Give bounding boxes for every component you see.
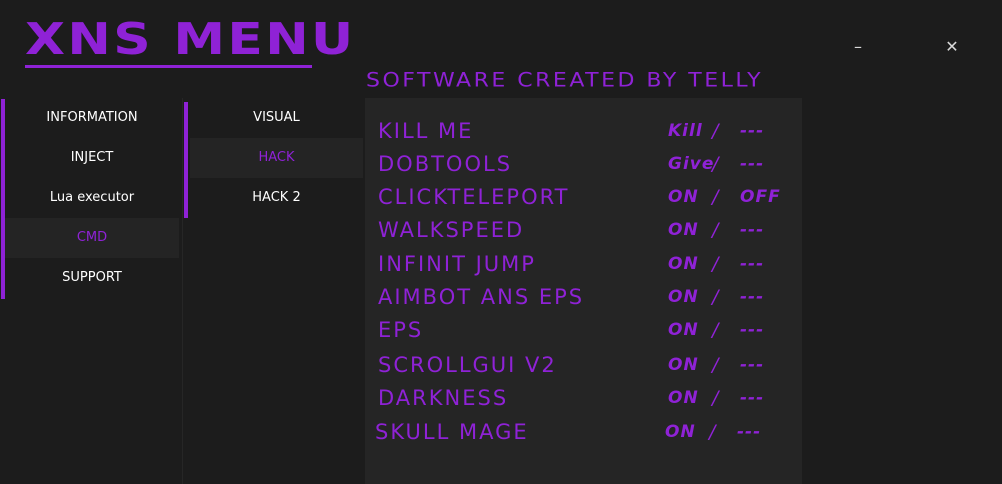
feature-name[interactable]: SCROLLGUI V2 <box>378 349 557 382</box>
subtitle: SOFTWARE CREATED BY TELLY <box>366 69 764 92</box>
sub-nav-divider <box>182 98 183 484</box>
feature-off-button[interactable]: --- <box>740 214 764 247</box>
feature-on-button[interactable]: ON <box>668 248 699 281</box>
feature-row: INFINIT JUMP ON / --- <box>365 248 802 281</box>
sidebar-item-cmd[interactable]: CMD <box>5 218 179 258</box>
feature-name[interactable]: EPS <box>378 314 423 347</box>
feature-row: WALKSPEED ON / --- <box>365 214 802 247</box>
sidebar-item-inject[interactable]: INJECT <box>5 138 179 178</box>
sub-nav-accent-bar <box>184 102 188 218</box>
feature-separator: / <box>712 354 719 376</box>
sub-navigation: VISUAL HACK HACK 2 <box>182 98 363 484</box>
feature-on-button[interactable]: Give <box>668 148 714 181</box>
feature-row: SKULL MAGE ON / --- <box>365 416 802 449</box>
minimize-button[interactable]: – <box>845 34 871 60</box>
feature-separator: / <box>712 387 719 409</box>
feature-name[interactable]: AIMBOT ANS EPS <box>378 281 584 314</box>
sidebar-item-lua-executor[interactable]: Lua executor <box>5 178 179 218</box>
feature-name[interactable]: KILL ME <box>378 115 473 148</box>
feature-off-button[interactable]: --- <box>740 115 764 148</box>
sidebar-item-information[interactable]: INFORMATION <box>5 98 179 138</box>
sidebar-item-support[interactable]: SUPPORT <box>5 258 179 298</box>
feature-row: DARKNESS ON / --- <box>365 382 802 415</box>
app-logo-text: XNS MENU <box>25 14 356 65</box>
feature-row: SCROLLGUI V2 ON / --- <box>365 349 802 382</box>
feature-separator: / <box>712 186 719 208</box>
feature-name[interactable]: WALKSPEED <box>378 214 524 247</box>
feature-off-button[interactable]: --- <box>737 416 761 449</box>
feature-name[interactable]: DOBTOOLS <box>378 148 512 181</box>
feature-on-button[interactable]: ON <box>668 314 699 347</box>
tab-hack-2[interactable]: HACK 2 <box>190 178 363 218</box>
feature-on-button[interactable]: ON <box>665 416 696 449</box>
tab-visual[interactable]: VISUAL <box>190 98 363 138</box>
feature-separator: / <box>709 421 716 443</box>
feature-row: DOBTOOLS Give / --- <box>365 148 802 181</box>
feature-off-button[interactable]: --- <box>740 281 764 314</box>
feature-row: KILL ME Kill / --- <box>365 115 802 148</box>
feature-separator: / <box>712 153 719 175</box>
feature-separator: / <box>712 120 719 142</box>
feature-off-button[interactable]: --- <box>740 382 764 415</box>
feature-row: EPS ON / --- <box>365 314 802 347</box>
close-button[interactable]: ✕ <box>939 34 965 60</box>
feature-separator: / <box>712 219 719 241</box>
feature-name[interactable]: INFINIT JUMP <box>378 248 536 281</box>
feature-on-button[interactable]: ON <box>668 382 699 415</box>
feature-separator: / <box>712 253 719 275</box>
app-logo: XNS MENU <box>25 16 353 68</box>
feature-panel: KILL ME Kill / --- DOBTOOLS Give / --- C… <box>365 98 802 484</box>
feature-off-button[interactable]: OFF <box>740 181 781 214</box>
feature-on-button[interactable]: ON <box>668 349 699 382</box>
feature-row: CLICKTELEPORT ON / OFF <box>365 181 802 214</box>
feature-on-button[interactable]: ON <box>668 281 699 314</box>
feature-off-button[interactable]: --- <box>740 349 764 382</box>
feature-name[interactable]: DARKNESS <box>378 382 508 415</box>
feature-off-button[interactable]: --- <box>740 248 764 281</box>
feature-separator: / <box>712 319 719 341</box>
feature-off-button[interactable]: --- <box>740 148 764 181</box>
feature-name[interactable]: SKULL MAGE <box>375 416 529 449</box>
feature-on-button[interactable]: Kill <box>668 115 703 148</box>
feature-on-button[interactable]: ON <box>668 214 699 247</box>
feature-separator: / <box>712 286 719 308</box>
feature-row: AIMBOT ANS EPS ON / --- <box>365 281 802 314</box>
feature-on-button[interactable]: ON <box>668 181 699 214</box>
tab-hack[interactable]: HACK <box>190 138 363 178</box>
feature-off-button[interactable]: --- <box>740 314 764 347</box>
feature-name[interactable]: CLICKTELEPORT <box>378 181 570 214</box>
sidebar: INFORMATION INJECT Lua executor CMD SUPP… <box>0 98 181 484</box>
app-window: XNS MENU – ✕ SOFTWARE CREATED BY TELLY I… <box>0 0 1002 484</box>
